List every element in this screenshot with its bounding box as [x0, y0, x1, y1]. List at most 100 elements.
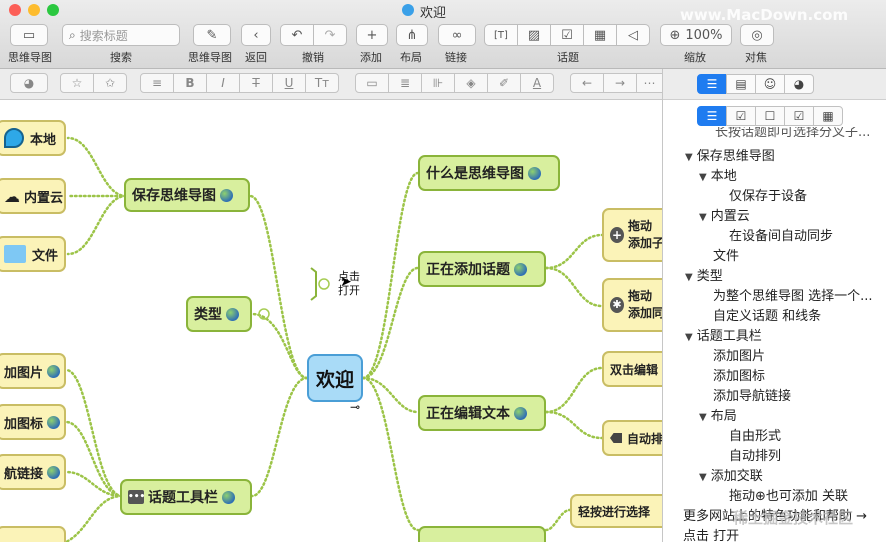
topic-add-icon[interactable]: 加图标 — [0, 404, 66, 440]
topic-toolbar[interactable]: ••• 话题工具栏 — [120, 479, 252, 515]
shape-button[interactable]: ▭ — [355, 73, 389, 93]
disclosure-triangle-icon[interactable]: ▼ — [685, 332, 693, 343]
filter-task-open[interactable]: ☐ — [755, 106, 785, 126]
outline-item[interactable]: 为整个思维导图 选择一个... — [713, 285, 873, 304]
outline-item[interactable]: 仅保存于设备 — [729, 185, 807, 204]
filter-outline[interactable]: ☰ — [697, 106, 727, 126]
topic-adding[interactable]: 正在添加话题 — [418, 251, 546, 287]
disclosure-triangle-icon[interactable]: ▼ — [699, 472, 707, 483]
outline-item[interactable]: 点击 打开 — [683, 525, 739, 542]
mindmap-canvas[interactable]: 欢迎 ⊸ 本地 ☁ 内置云 文件 保存思维导图 类型 加图片 加图标 航链接 •… — [0, 100, 662, 542]
outline-item[interactable]: 拖动⊕也可添加 关联 — [729, 485, 848, 504]
disclosure-triangle-icon[interactable]: ▼ — [699, 412, 707, 423]
text-color-button[interactable]: A — [520, 73, 554, 93]
topic-more-left[interactable] — [0, 526, 66, 542]
topic-cloud[interactable]: ☁ 内置云 — [0, 178, 66, 214]
topic-tap-select[interactable]: 轻按进行选择 — [570, 494, 662, 528]
minimize-window-button[interactable] — [28, 4, 40, 16]
topic-save[interactable]: 保存思维导图 — [124, 178, 250, 212]
topic-nav-link[interactable]: 航链接 — [0, 454, 66, 490]
underline-button[interactable]: U — [272, 73, 306, 93]
disclosure-triangle-icon[interactable]: ▼ — [699, 172, 707, 183]
topic-local[interactable]: 本地 — [0, 120, 66, 156]
tag-button[interactable]: ◁ — [616, 24, 650, 46]
outline-item-label: 添加导航链接 — [713, 389, 792, 404]
topic-what[interactable]: 什么是思维导图 — [418, 155, 560, 191]
topic-type[interactable]: 类型 — [186, 296, 252, 332]
disclosure-triangle-icon[interactable]: ▼ — [699, 212, 707, 223]
outline-item[interactable]: ▼ 保存思维导图 — [685, 145, 775, 164]
topic-editing[interactable]: 正在编辑文本 — [418, 395, 546, 431]
topic-drag-sibling[interactable]: ✱ 拖动 添加同 — [602, 278, 662, 332]
favorite-button[interactable]: ☆ — [60, 73, 94, 93]
topic-bottom-right[interactable] — [418, 526, 546, 542]
pen-button[interactable]: ✐ — [487, 73, 521, 93]
back-button[interactable]: ‹ — [241, 24, 271, 46]
add-favorite-button[interactable]: ✩ — [93, 73, 127, 93]
outline-item[interactable]: 文件 — [713, 245, 739, 264]
focus-button[interactable]: ◎ — [740, 24, 774, 46]
image-button[interactable]: ▨ — [517, 24, 551, 46]
disclosure-triangle-icon[interactable]: ▼ — [685, 272, 693, 283]
zoom-control[interactable]: ⊕ 100% — [660, 24, 732, 46]
tab-style[interactable]: ◕ — [784, 74, 814, 94]
zoom-window-button[interactable] — [47, 4, 59, 16]
disclosure-triangle-icon[interactable]: ▼ — [685, 152, 693, 163]
move-left-button[interactable]: ← — [570, 73, 604, 93]
outline-item[interactable]: 自定义话题 和线条 — [713, 305, 821, 324]
font-size-button[interactable]: Tт — [305, 73, 339, 93]
bold-button[interactable]: B — [173, 73, 207, 93]
document-icon — [402, 4, 414, 16]
close-window-button[interactable] — [9, 4, 21, 16]
add-button[interactable]: + — [356, 24, 388, 46]
tab-stickers[interactable]: ☺ — [755, 74, 785, 94]
layout-button[interactable]: ⋔ — [396, 24, 428, 46]
style-palette-button[interactable]: ◕ — [10, 73, 48, 93]
outline-item[interactable]: ▼ 本地 — [699, 165, 737, 184]
link-button[interactable]: ∞ — [438, 24, 476, 46]
topic-file[interactable]: 文件 — [0, 236, 66, 272]
line-button[interactable]: ≣ — [388, 73, 422, 93]
search-field[interactable]: ⌕ 搜索标题 — [62, 24, 180, 46]
topic-double-click[interactable]: 双击编辑 — [602, 351, 662, 387]
undo-button[interactable]: ↶ — [280, 24, 314, 46]
filter-task-all[interactable]: ☑ — [784, 106, 814, 126]
outline-item[interactable]: 自由形式 — [729, 425, 781, 444]
outline-item[interactable]: 添加导航链接 — [713, 385, 791, 404]
outline-item[interactable]: ▼ 布局 — [699, 405, 737, 424]
branch-button[interactable]: ⊪ — [421, 73, 455, 93]
calendar-button[interactable]: ▦ — [583, 24, 617, 46]
tab-notes[interactable]: ▤ — [726, 74, 756, 94]
crosslink-handle-icon[interactable]: ⊸ — [350, 400, 360, 414]
sidebar-toggle-button[interactable]: ▭ — [10, 24, 48, 46]
tab-outline[interactable]: ☰ — [697, 74, 727, 94]
topic-drag-child[interactable]: + 拖动 添加子 — [602, 208, 662, 262]
outline-item[interactable]: 添加图标 — [713, 365, 765, 384]
move-right-button[interactable]: → — [603, 73, 637, 93]
center-topic[interactable]: 欢迎 — [307, 354, 363, 402]
mindmap-button[interactable]: ✎ — [193, 24, 231, 46]
topic-drag-child-line1: 拖动 — [627, 219, 652, 233]
outline-item[interactable]: ▼ 类型 — [685, 265, 723, 284]
outline-item[interactable]: ▼ 添加交联 — [699, 465, 763, 484]
topic-auto[interactable]: 自动排 — [602, 420, 662, 456]
align-button[interactable]: ≡ — [140, 73, 174, 93]
outline-item[interactable]: 在设备间自动同步 — [729, 225, 833, 244]
fill-button[interactable]: ◈ — [454, 73, 488, 93]
redo-button[interactable]: ↷ — [313, 24, 347, 46]
more-format-button[interactable]: ⋯ — [636, 73, 662, 93]
filter-task-done[interactable]: ☑ — [726, 106, 756, 126]
outline-item[interactable]: ▼ 内置云 — [699, 205, 750, 224]
topic-add-image[interactable]: 加图片 — [0, 353, 66, 389]
strikethrough-button[interactable]: T — [239, 73, 273, 93]
task-button[interactable]: ☑ — [550, 24, 584, 46]
outline-item[interactable]: 自动排列 — [729, 445, 781, 464]
italic-button[interactable]: I — [206, 73, 240, 93]
filter-calendar[interactable]: ▦ — [813, 106, 843, 126]
outline-item[interactable]: ▼ 话题工具栏 — [685, 325, 762, 344]
outline-item-label: 拖动⊕也可添加 关联 — [729, 489, 849, 504]
text-box-button[interactable]: [T] — [484, 24, 518, 46]
outline-item[interactable]: 添加图片 — [713, 345, 765, 364]
underline-icon: U — [284, 76, 294, 90]
add-label: 添加 — [360, 51, 382, 64]
